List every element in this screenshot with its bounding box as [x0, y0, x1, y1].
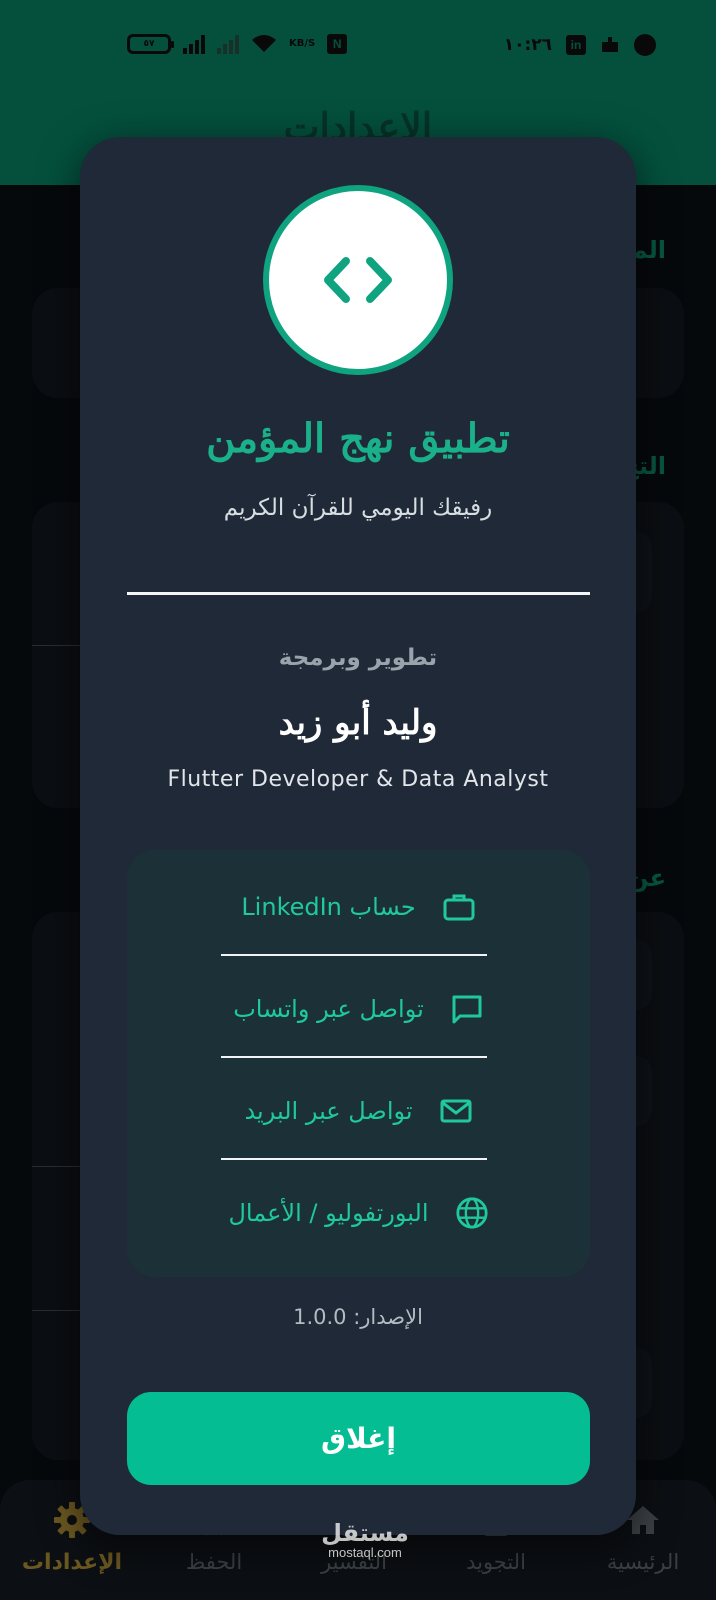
app-name: تطبيق نهج المؤمن	[206, 415, 510, 462]
contact-links-card: حساب LinkedIn تواصل عبر واتساب تواصل عبر…	[127, 850, 590, 1277]
link-label: البورتفوليو / الأعمال	[228, 1199, 429, 1227]
watermark: مستقل mostaql.com	[300, 1520, 430, 1560]
app-version: الإصدار: 1.0.0	[293, 1305, 423, 1329]
about-dialog: تطبيق نهج المؤمن رفيقك اليومي للقرآن الك…	[80, 137, 636, 1535]
link-label: تواصل عبر البريد	[244, 1097, 413, 1125]
chat-bubble-icon	[450, 992, 484, 1026]
developer-name: وليد أبو زيد	[278, 703, 438, 743]
watermark-url: mostaql.com	[328, 1545, 402, 1560]
divider	[127, 592, 590, 595]
code-brackets-icon	[324, 257, 392, 303]
divider	[221, 1158, 487, 1160]
link-label: حساب LinkedIn	[241, 893, 416, 921]
close-button[interactable]: إغلاق	[127, 1392, 590, 1485]
divider	[221, 1056, 487, 1058]
link-label: تواصل عبر واتساب	[233, 995, 424, 1023]
whatsapp-link[interactable]: تواصل عبر واتساب	[127, 974, 590, 1044]
briefcase-icon	[442, 890, 476, 924]
watermark-logo: مستقل	[321, 1519, 409, 1547]
email-link[interactable]: تواصل عبر البريد	[127, 1076, 590, 1146]
app-tagline: رفيقك اليومي للقرآن الكريم	[223, 495, 493, 521]
globe-icon	[455, 1196, 489, 1230]
developer-label: تطوير وبرمجة	[278, 645, 438, 671]
app-logo	[263, 185, 453, 375]
linkedin-link[interactable]: حساب LinkedIn	[127, 872, 590, 942]
developer-role: Flutter Developer & Data Analyst	[167, 767, 549, 792]
portfolio-link[interactable]: البورتفوليو / الأعمال	[127, 1178, 590, 1248]
divider	[221, 954, 487, 956]
mail-icon	[439, 1094, 473, 1128]
